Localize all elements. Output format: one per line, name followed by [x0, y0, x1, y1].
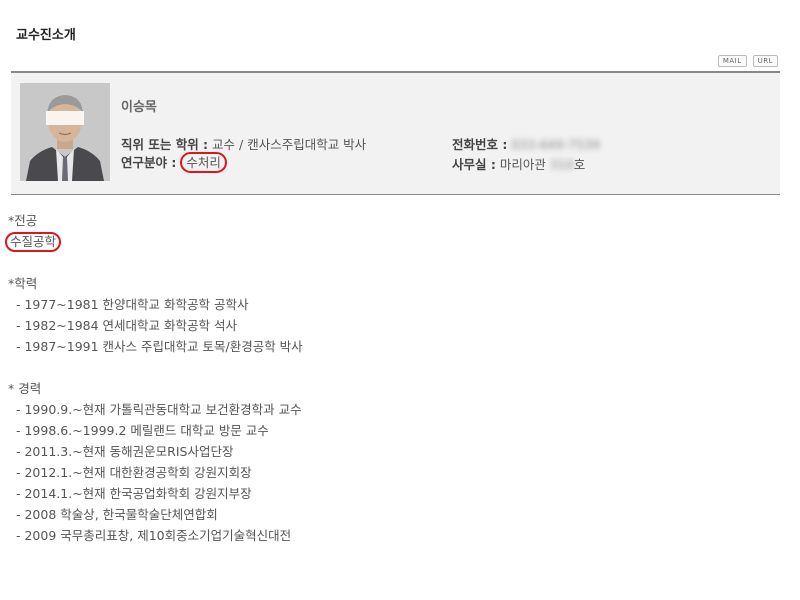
research-row: 연구분야 : 수처리 — [121, 152, 227, 173]
profile-photo-image — [20, 83, 110, 181]
career-item: - 2012.1.~현재 대한환경공학회 강원지회장 — [16, 465, 252, 480]
profile-box: 이승목 직위 또는 학위 : 교수 / 캔사스주립대학교 박사 연구분야 : 수… — [11, 71, 780, 195]
education-item: - 1977~1981 한양대학교 화학공학 공학사 — [16, 297, 249, 312]
research-value: 수처리 — [180, 152, 227, 173]
phone-value: 033-649-7539 — [511, 137, 600, 152]
career-item: - 2014.1.~현재 한국공업화학회 강원지부장 — [16, 486, 252, 501]
education-item: - 1987~1991 캔사스 주립대학교 토목/환경공학 박사 — [16, 339, 303, 354]
office-value-hidden: 310 — [549, 157, 574, 172]
research-label: 연구분야 : — [121, 155, 177, 170]
page-title: 교수진소개 — [16, 28, 76, 43]
url-button[interactable]: URL — [752, 55, 778, 67]
office-value-prefix: 마리아관 — [499, 157, 546, 172]
top-button-group: MAIL URL — [717, 55, 778, 67]
office-value-suffix: 호 — [573, 157, 586, 172]
position-row: 직위 또는 학위 : 교수 / 캔사스주립대학교 박사 — [121, 134, 366, 153]
position-label: 직위 또는 학위 : — [121, 137, 209, 152]
office-label: 사무실 : — [452, 157, 496, 172]
office-row: 사무실 : 마리아관 310호 — [452, 154, 585, 173]
career-item: - 1990.9.~현재 가톨릭관동대학교 보건환경학과 교수 — [16, 402, 302, 417]
mail-button[interactable]: MAIL — [717, 55, 747, 67]
education-item: - 1982~1984 연세대학교 화학공학 석사 — [16, 318, 238, 333]
phone-row: 전화번호 : 033-649-7539 — [452, 134, 600, 153]
career-item: - 2011.3.~현재 동해권운모RIS사업단장 — [16, 444, 234, 459]
career-item: - 2009 국무총리표창, 제10회중소기업기술혁신대전 — [16, 528, 292, 543]
career-title: * 경력 — [8, 381, 42, 396]
professor-name: 이승목 — [121, 100, 157, 115]
phone-label: 전화번호 : — [452, 137, 508, 152]
career-item: - 2008 학술상, 한국물학술단체연합회 — [16, 507, 218, 522]
profile-photo — [20, 83, 110, 181]
major-title: *전공 — [8, 213, 38, 228]
major-value-row: 수질공학 — [5, 231, 788, 252]
major-value: 수질공학 — [5, 232, 62, 252]
position-value: 교수 / 캔사스주립대학교 박사 — [212, 137, 367, 152]
profile-details: *전공 수질공학 *학력 - 1977~1981 한양대학교 화학공학 공학사 … — [5, 210, 788, 546]
education-title: *학력 — [8, 276, 38, 291]
career-item: - 1998.6.~1999.2 메릴랜드 대학교 방문 교수 — [16, 423, 269, 438]
